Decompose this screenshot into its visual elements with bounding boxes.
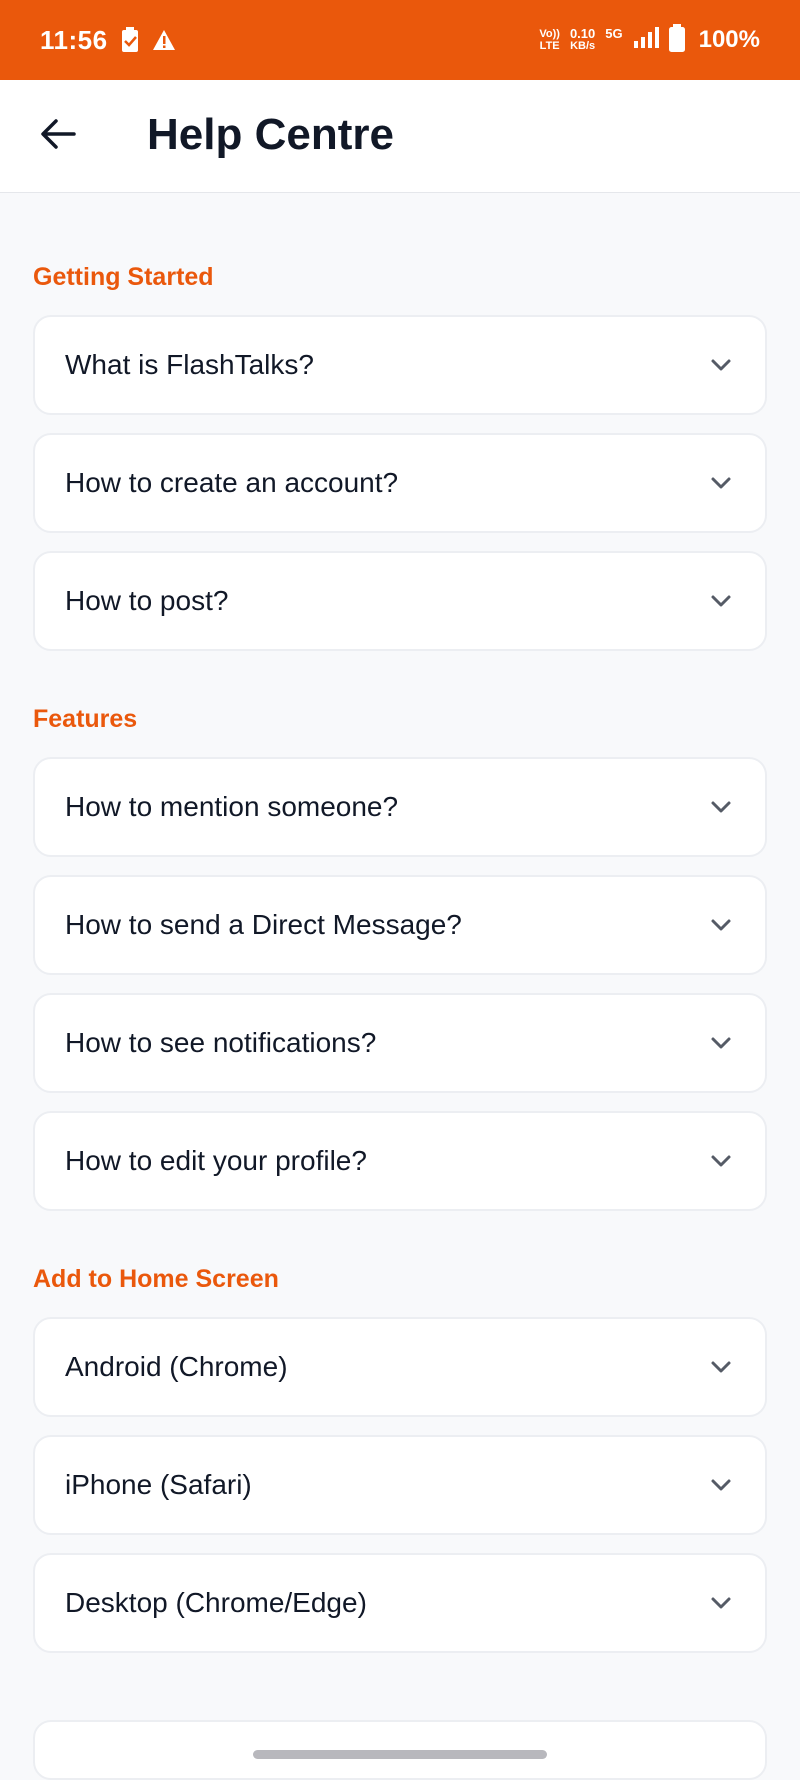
chevron-down-icon	[707, 351, 735, 379]
chevron-down-icon	[707, 793, 735, 821]
page-title: Help Centre	[147, 110, 394, 159]
faq-item-mention[interactable]: How to mention someone?	[33, 757, 767, 857]
faq-item-how-to-post[interactable]: How to post?	[33, 551, 767, 651]
faq-question: How to edit your profile?	[65, 1145, 367, 1176]
signal-icon	[633, 26, 659, 54]
status-bar: 11:56 Vo)) LTE 0.10 KB/s 5G 100%	[0, 0, 800, 80]
status-bar-left: 11:56	[40, 25, 176, 56]
status-time: 11:56	[40, 24, 108, 55]
faq-item-edit-profile[interactable]: How to edit your profile?	[33, 1111, 767, 1211]
chevron-down-icon	[707, 1029, 735, 1057]
faq-question: What is FlashTalks?	[65, 349, 314, 380]
section-heading-features: Features	[33, 705, 138, 733]
chevron-down-icon	[707, 1589, 735, 1617]
faq-item-create-account[interactable]: How to create an account?	[33, 433, 767, 533]
faq-question: Android (Chrome)	[65, 1351, 288, 1382]
chevron-down-icon	[707, 1147, 735, 1175]
faq-question: How to see notifications?	[65, 1027, 377, 1058]
faq-question: Desktop (Chrome/Edge)	[65, 1587, 367, 1618]
back-button[interactable]	[30, 108, 86, 164]
network-speed: 0.10 KB/s	[569, 26, 596, 52]
chevron-down-icon	[707, 1471, 735, 1499]
app-bar: Help Centre	[0, 80, 800, 193]
chevron-down-icon	[707, 1353, 735, 1381]
faq-question: iPhone (Safari)	[65, 1469, 252, 1500]
faq-item-direct-message[interactable]: How to send a Direct Message?	[33, 875, 767, 975]
section-heading-getting-started: Getting Started	[33, 263, 214, 291]
arrow-left-icon	[40, 118, 76, 155]
battery-percent: 100%	[698, 26, 760, 53]
faq-item-what-is-flashtalks[interactable]: What is FlashTalks?	[33, 315, 767, 415]
warning-icon	[152, 29, 176, 51]
faq-item-notifications[interactable]: How to see notifications?	[33, 993, 767, 1093]
faq-item-desktop-chrome-edge[interactable]: Desktop (Chrome/Edge)	[33, 1553, 767, 1653]
chevron-down-icon	[707, 587, 735, 615]
section-heading-add-to-home-screen: Add to Home Screen	[33, 1265, 279, 1293]
volte-indicator: Vo)) LTE	[539, 28, 560, 52]
status-bar-right: Vo)) LTE 0.10 KB/s 5G 100%	[539, 23, 760, 57]
faq-question: How to mention someone?	[65, 791, 399, 822]
faq-question: How to send a Direct Message?	[65, 909, 462, 940]
faq-question: How to post?	[65, 585, 229, 616]
faq-question: How to create an account?	[65, 467, 399, 498]
battery-icon	[668, 23, 685, 57]
battery-check-icon	[120, 27, 140, 53]
chevron-down-icon	[707, 911, 735, 939]
faq-item-iphone-safari[interactable]: iPhone (Safari)	[33, 1435, 767, 1535]
net-type: 5G	[605, 26, 623, 41]
faq-item-android-chrome[interactable]: Android (Chrome)	[33, 1317, 767, 1417]
chevron-down-icon	[707, 469, 735, 497]
home-indicator[interactable]	[253, 1750, 547, 1759]
